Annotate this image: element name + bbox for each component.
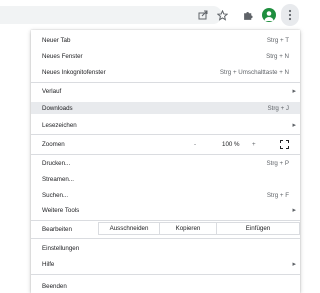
menu-item-new-tab[interactable]: Neuer Tab Strg + T — [31, 34, 300, 46]
menu-item-downloads[interactable]: Downloads Strg + J — [31, 102, 300, 114]
fullscreen-icon[interactable] — [280, 140, 289, 149]
menu-separator — [31, 82, 300, 83]
menu-item-bookmarks[interactable]: Lesezeichen ▸ — [31, 119, 300, 131]
browser-toolbar — [0, 0, 300, 28]
menu-item-shortcut: Strg + J — [267, 104, 290, 112]
menu-item-label: Einstellungen — [42, 244, 80, 252]
menu-item-cast[interactable]: Streamen... — [31, 173, 300, 185]
menu-item-new-window[interactable]: Neues Fenster Strg + N — [31, 50, 300, 62]
menu-item-shortcut: Strg + P — [266, 159, 289, 167]
menu-item-label: Suchen... — [42, 191, 69, 199]
menu-item-zoom: Zoomen - 100 % + — [31, 138, 300, 150]
menu-item-edit: Bearbeiten Ausschneiden Kopieren Einfüge… — [31, 221, 300, 237]
menu-item-label: Neues Fenster — [42, 52, 83, 60]
cut-button[interactable]: Ausschneiden — [98, 222, 160, 235]
menu-item-label: Weitere Tools — [42, 206, 80, 214]
zoom-level: 100 % — [222, 140, 240, 148]
menu-item-new-incognito-window[interactable]: Neues Inkognitofenster Strg + Umschaltta… — [31, 66, 300, 78]
menu-item-exit[interactable]: Beenden — [31, 280, 300, 292]
menu-item-label: Hilfe — [42, 260, 55, 268]
menu-item-label: Streamen... — [42, 175, 74, 183]
address-bar[interactable] — [0, 6, 222, 24]
chevron-right-icon: ▸ — [292, 88, 296, 95]
menu-item-label: Downloads — [42, 104, 73, 112]
menu-item-label: Neuer Tab — [42, 36, 71, 44]
menu-item-shortcut: Strg + N — [266, 52, 289, 60]
menu-item-shortcut: Strg + Umschalttaste + N — [219, 68, 289, 76]
chevron-right-icon: ▸ — [292, 207, 296, 214]
menu-item-label: Drucken... — [42, 159, 71, 167]
menu-item-label: Verlauf — [42, 87, 62, 95]
menu-item-more-tools[interactable]: Weitere Tools ▸ — [31, 204, 300, 216]
copy-button[interactable]: Kopieren — [159, 222, 217, 235]
kebab-menu-icon[interactable] — [281, 4, 299, 26]
menu-item-find[interactable]: Suchen... Strg + F — [31, 189, 300, 201]
menu-item-shortcut: Strg + T — [266, 36, 289, 44]
chevron-right-icon: ▸ — [292, 261, 296, 268]
menu-item-label: Beenden — [42, 282, 67, 290]
zoom-label: Zoomen — [42, 140, 65, 148]
zoom-in-button[interactable]: + — [252, 141, 256, 148]
zoom-out-button[interactable]: - — [194, 141, 196, 148]
profile-avatar[interactable] — [262, 8, 276, 22]
bookmark-star-icon[interactable] — [215, 8, 229, 22]
edit-label: Bearbeiten — [42, 225, 72, 233]
menu-item-help[interactable]: Hilfe ▸ — [31, 258, 300, 270]
menu-item-label: Lesezeichen — [42, 121, 77, 129]
menu-item-settings[interactable]: Einstellungen — [31, 242, 300, 254]
extensions-puzzle-icon[interactable] — [241, 8, 255, 22]
menu-separator — [31, 274, 300, 275]
browser-main-menu: Neuer Tab Strg + T Neues Fenster Strg + … — [31, 30, 300, 293]
menu-item-shortcut: Strg + F — [266, 191, 289, 199]
share-icon[interactable] — [196, 8, 210, 22]
paste-button[interactable]: Einfügen — [216, 222, 300, 235]
menu-separator — [31, 134, 300, 135]
menu-item-label: Neues Inkognitofenster — [42, 68, 106, 76]
chevron-right-icon: ▸ — [292, 122, 296, 129]
menu-separator — [31, 154, 300, 155]
menu-separator — [31, 238, 300, 239]
menu-item-history[interactable]: Verlauf ▸ — [31, 85, 300, 97]
menu-item-print[interactable]: Drucken... Strg + P — [31, 157, 300, 169]
